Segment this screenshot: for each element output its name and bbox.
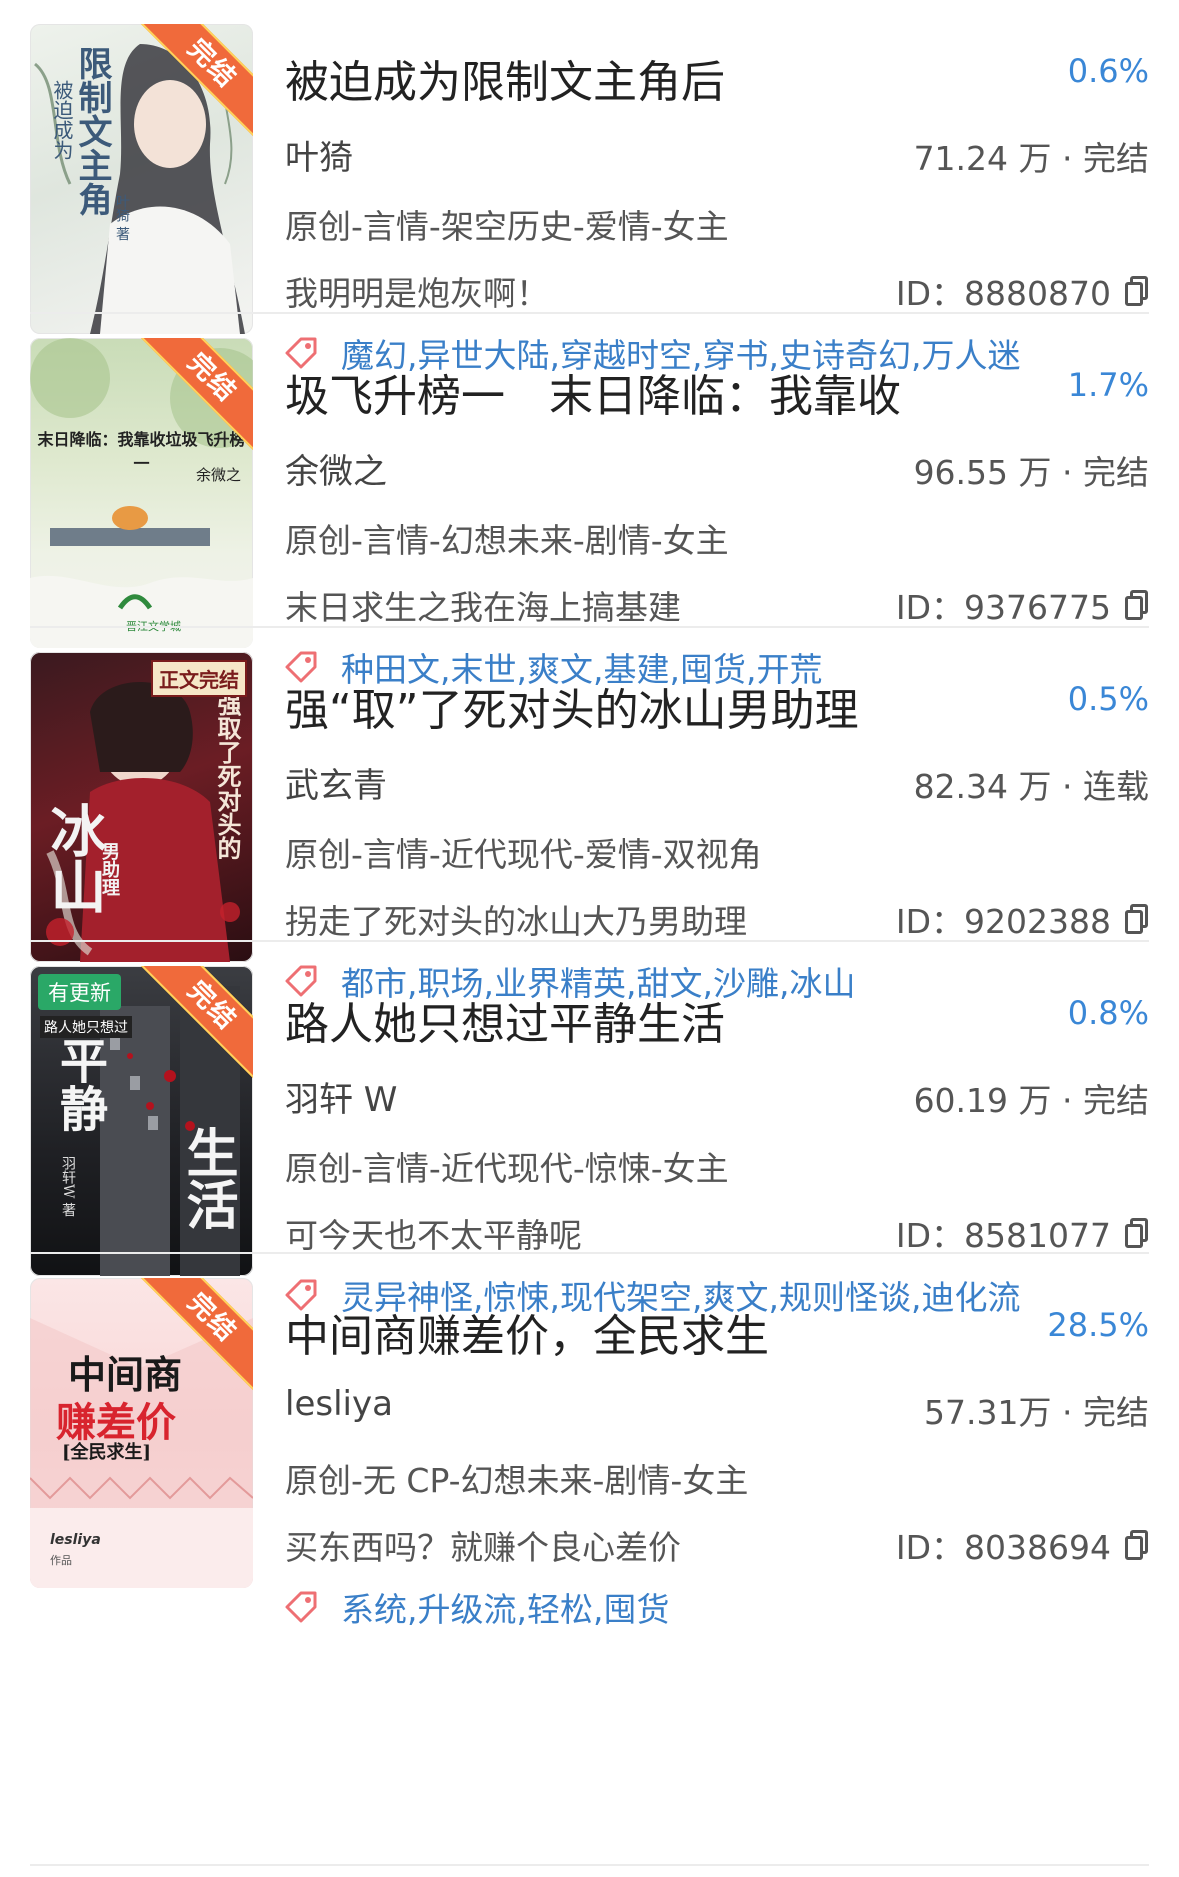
book-id: ID：8880870: [896, 267, 1149, 315]
genre-text: 原创-言情-架空历史-爱情-女主: [285, 207, 729, 246]
cover-author: lesliya: [50, 1532, 101, 1548]
divider: [30, 1864, 1149, 1866]
book-title[interactable]: 被迫成为限制文主角后: [285, 46, 1005, 110]
book-title[interactable]: 中间商赚差价，全民求生: [285, 1300, 1005, 1364]
book-id-text: ID：8581077: [895, 1216, 1111, 1255]
book-cover[interactable]: 限制文主角 被迫成为 叶猗 著 完结: [30, 24, 253, 334]
blurb-text: 可今天也不太平静呢: [285, 1216, 582, 1255]
divider: [30, 940, 1149, 942]
cover-top-text: 路人她只想过: [40, 1016, 132, 1038]
word-count-status: 82.34 万 · 连载: [913, 767, 1149, 806]
blurb-text: 末日求生之我在海上搞基建: [285, 588, 681, 627]
blurb-text: 拐走了死对头的冰山大乃男助理: [285, 902, 747, 941]
tag-icon: [285, 1591, 317, 1623]
cover-status-badge: 正文完结: [151, 660, 247, 697]
copy-icon[interactable]: [1125, 1218, 1149, 1248]
percent-value: 0.8%: [1067, 994, 1149, 1032]
copy-icon[interactable]: [1125, 904, 1149, 934]
book-id: ID：8581077: [896, 1209, 1149, 1257]
blurb-text: 我明明是炮灰啊！: [285, 274, 549, 313]
copy-icon[interactable]: [1125, 590, 1149, 620]
book-cover[interactable]: 强取了死对头的 冰山 男助理 正文完结: [30, 652, 253, 962]
cover-line-3: [全民求生]: [62, 1442, 152, 1463]
book-id: ID：9376775: [896, 581, 1149, 629]
cover-subtitle: 男助理: [99, 842, 120, 896]
cover-author: 叶猗 著: [114, 194, 130, 241]
author-name[interactable]: 叶猗: [285, 130, 353, 179]
author-name[interactable]: 武玄青: [285, 758, 387, 807]
copy-icon[interactable]: [1125, 276, 1149, 306]
cover-title: 强取了死对头的: [213, 692, 242, 860]
word-count-status: 60.19 万 · 完结: [913, 1081, 1149, 1120]
cover-author-sub: 作品: [50, 1554, 72, 1567]
book-title[interactable]: 强“取”了死对头的冰山男助理: [285, 674, 1005, 738]
book-id-text: ID：9202388: [895, 902, 1111, 941]
book-id-text: ID：8880870: [895, 274, 1111, 313]
divider: [30, 1252, 1149, 1254]
word-count-status: 96.55 万 · 完结: [913, 453, 1149, 492]
percent-value: 0.5%: [1067, 680, 1149, 718]
cover-author: 羽轩W 著: [60, 1156, 76, 1217]
tag-list[interactable]: 系统,升级流,轻松,囤货: [341, 1583, 669, 1631]
book-item[interactable]: 中间商 赚差价 [全民求生] lesliya 作品 完结 中间商赚差价，全民求生…: [0, 1278, 1179, 1654]
word-count-status: 57.31万 · 完结: [924, 1393, 1149, 1432]
author-name[interactable]: 余微之: [285, 444, 387, 493]
update-badge: 有更新: [38, 974, 121, 1010]
book-id: ID：8038694: [896, 1521, 1149, 1569]
author-name[interactable]: lesliya: [285, 1384, 393, 1424]
percent-value: 1.7%: [1067, 366, 1149, 404]
book-cover[interactable]: 中间商 赚差价 [全民求生] lesliya 作品 完结: [30, 1278, 253, 1588]
book-cover[interactable]: 末日降临：我靠收垃圾飞升榜一 余微之 晋江文学城 完结: [30, 338, 253, 648]
divider: [30, 626, 1149, 628]
book-title[interactable]: 路人她只想过平静生活: [285, 988, 1005, 1052]
book-id: ID：9202388: [896, 895, 1149, 943]
tag-row: 系统,升级流,轻松,囤货: [285, 1583, 669, 1631]
blurb-text: 买东西吗？就赚个良心差价: [285, 1528, 681, 1567]
cover-big-text-2: 生活: [177, 1126, 238, 1230]
cover-big-text: 平静: [51, 1036, 107, 1132]
genre-text: 原创-无 CP-幻想未来-剧情-女主: [285, 1461, 749, 1500]
cover-author: 余微之: [195, 466, 241, 484]
book-title[interactable]: 圾飞升榜一 末日降临：我靠收: [285, 360, 1005, 424]
author-name[interactable]: 羽轩 W: [285, 1072, 397, 1121]
book-id-text: ID：9376775: [895, 588, 1111, 627]
genre-text: 原创-言情-近代现代-惊悚-女主: [285, 1149, 729, 1188]
percent-value: 28.5%: [1047, 1306, 1149, 1344]
copy-icon[interactable]: [1125, 1530, 1149, 1560]
book-id-text: ID：8038694: [895, 1528, 1111, 1567]
percent-value: 0.6%: [1067, 52, 1149, 90]
word-count-status: 71.24 万 · 完结: [913, 139, 1149, 178]
genre-text: 原创-言情-幻想未来-剧情-女主: [285, 521, 729, 560]
divider: [30, 312, 1149, 314]
cover-subtitle: 被迫成为: [50, 80, 74, 160]
book-cover[interactable]: 路人她只想过 平静 生活 羽轩W 著 有更新 完结: [30, 966, 253, 1276]
genre-text: 原创-言情-近代现代-爱情-双视角: [285, 835, 762, 874]
